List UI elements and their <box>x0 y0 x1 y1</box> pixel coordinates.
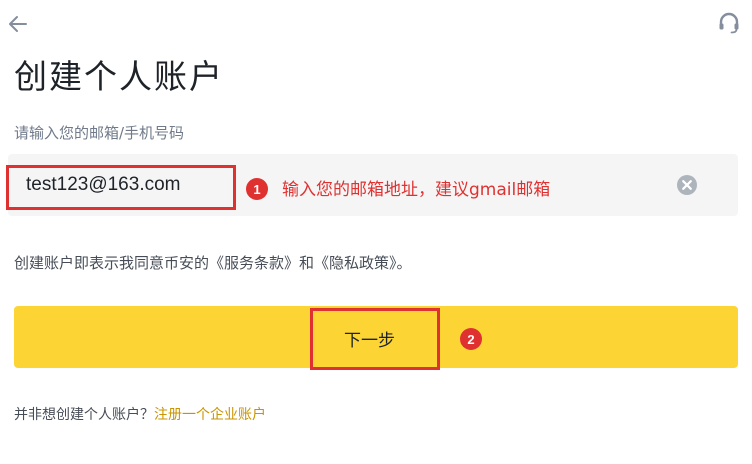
terms-text: 创建账户即表示我同意币安的《服务条款》和《隐私政策》。 <box>14 254 412 272</box>
alt-prompt: 并非想创建个人账户？ <box>14 407 154 423</box>
annotation-highlight-next <box>310 308 440 370</box>
page-title: 创建个人账户 <box>14 57 224 96</box>
arrow-left-icon[interactable] <box>6 12 30 36</box>
clear-circle-icon[interactable] <box>676 174 698 196</box>
annotation-badge-1: 1 <box>246 178 268 200</box>
headset-icon[interactable] <box>716 10 742 36</box>
annotation-badge-2: 2 <box>460 328 482 350</box>
email-field-label: 请输入您的邮箱/手机号码 <box>14 124 185 142</box>
alt-account-row: 并非想创建个人账户？注册一个企业账户 <box>14 404 266 424</box>
annotation-text-1: 输入您的邮箱地址，建议gmail邮箱 <box>282 180 551 200</box>
business-account-link[interactable]: 注册一个企业账户 <box>154 407 266 423</box>
annotation-highlight-email <box>6 165 236 210</box>
